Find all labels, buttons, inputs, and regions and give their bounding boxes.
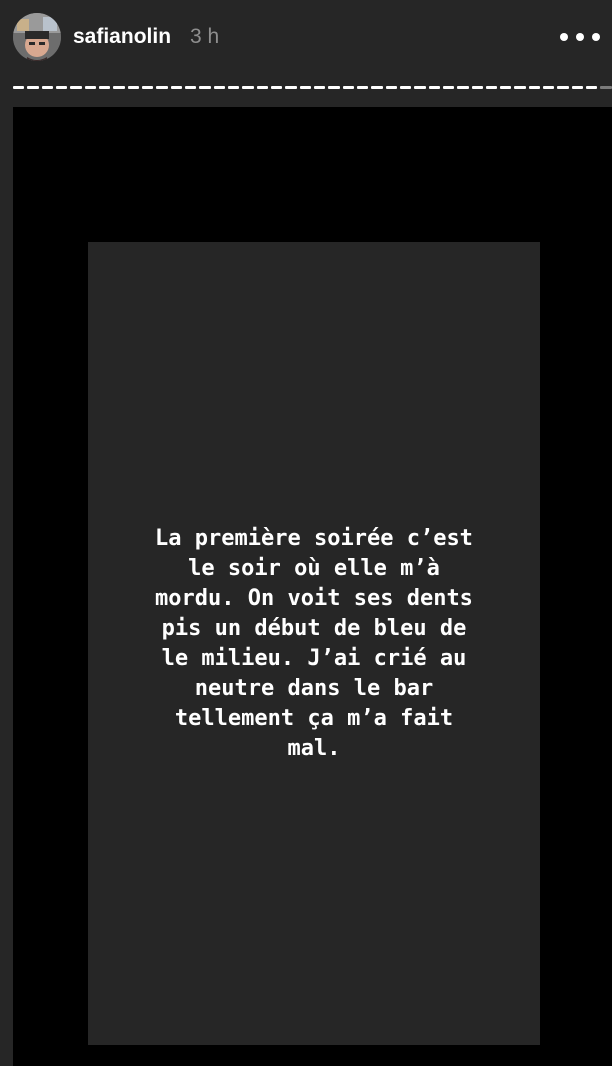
more-options-button[interactable] <box>560 22 600 52</box>
story-text-line: mordu. On voit ses dents <box>155 586 473 611</box>
progress-segment <box>600 86 612 89</box>
progress-segment <box>500 86 512 89</box>
progress-segment <box>227 86 240 89</box>
progress-segment <box>127 86 139 89</box>
progress-segment <box>528 86 541 89</box>
progress-segment <box>356 86 369 89</box>
story-progress-bar <box>13 86 612 92</box>
post-time: 3 h <box>190 25 220 48</box>
progress-segment <box>557 86 569 89</box>
progress-segment <box>442 86 455 89</box>
progress-segment <box>543 86 555 89</box>
progress-segment <box>285 86 297 89</box>
story-text-line: neutre dans le bar <box>194 676 434 701</box>
progress-segment <box>242 86 254 89</box>
progress-segment <box>342 86 354 89</box>
story-text-line: le milieu. J’ai crié au <box>161 646 467 671</box>
more-horizontal-icon-dot <box>576 33 584 41</box>
progress-segment <box>98 86 111 89</box>
story-text-line: pis un début de bleu de <box>161 616 467 641</box>
progress-segment <box>586 86 598 89</box>
progress-segment <box>84 86 96 89</box>
progress-segment <box>170 86 182 89</box>
story-text: La première soirée c’est le soir où elle … <box>88 524 540 764</box>
story-text-line: La première soirée c’est <box>155 526 473 551</box>
progress-segment <box>70 86 82 89</box>
progress-segment <box>457 86 469 89</box>
more-horizontal-icon <box>560 33 568 41</box>
progress-segment <box>184 86 197 89</box>
progress-segment <box>485 86 498 89</box>
progress-segment <box>571 86 584 89</box>
progress-segment <box>55 86 68 89</box>
more-horizontal-icon-dot <box>592 33 600 41</box>
progress-segment <box>313 86 326 89</box>
progress-segment <box>328 86 340 89</box>
progress-segment <box>199 86 211 89</box>
story-text-line: le soir où elle m’à <box>188 556 440 581</box>
progress-segment <box>141 86 154 89</box>
story-header: safianolin 3 h <box>0 0 612 76</box>
avatar-photo-icon <box>13 13 61 61</box>
progress-segment <box>299 86 311 89</box>
progress-segment <box>399 86 412 89</box>
progress-segment <box>213 86 225 89</box>
username-link[interactable]: safianolin <box>73 24 171 50</box>
progress-segment <box>41 86 53 89</box>
progress-segment <box>256 86 268 89</box>
progress-segment <box>27 86 39 89</box>
story-card: La première soirée c’est le soir où elle … <box>88 242 540 1045</box>
progress-segment <box>385 86 397 89</box>
story-text-line: tellement ça m’a fait <box>174 706 454 731</box>
story-text-line: mal. <box>287 736 341 761</box>
progress-segment <box>371 86 383 89</box>
progress-segment <box>113 86 125 89</box>
story-viewer[interactable]: La première soirée c’est le soir où elle … <box>13 107 612 1066</box>
avatar[interactable] <box>13 13 61 61</box>
progress-segment <box>514 86 526 89</box>
progress-segment <box>471 86 483 89</box>
progress-segment <box>156 86 168 89</box>
progress-segment <box>270 86 283 89</box>
progress-segment <box>428 86 440 89</box>
progress-segment <box>13 86 25 89</box>
progress-segment <box>414 86 426 89</box>
